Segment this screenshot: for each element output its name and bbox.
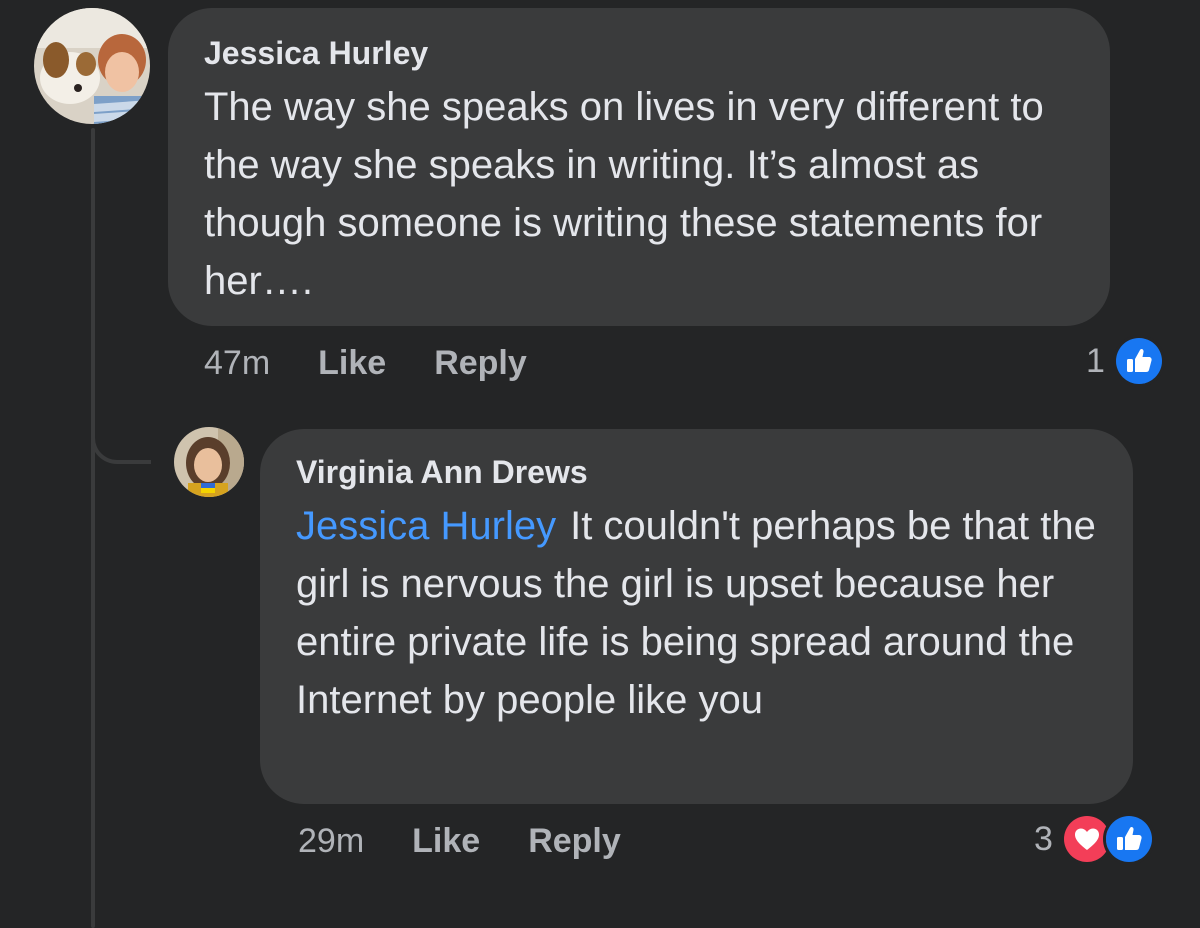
comment-bubble: Jessica Hurley The way she speaks on liv…	[168, 8, 1110, 326]
reaction-summary[interactable]: 3	[1034, 813, 1155, 865]
avatar[interactable]	[34, 8, 150, 124]
comment-timestamp[interactable]: 47m	[204, 344, 270, 383]
avatar[interactable]	[174, 427, 244, 497]
reply-connector-line	[91, 400, 151, 464]
reaction-count: 3	[1034, 819, 1053, 858]
comment-timestamp[interactable]: 29m	[298, 822, 364, 861]
mention-link[interactable]: Jessica Hurley	[296, 504, 556, 548]
reaction-summary[interactable]: 1	[1086, 335, 1165, 387]
like-icon	[1112, 335, 1165, 387]
like-button[interactable]: Like	[412, 822, 480, 861]
comment-author[interactable]: Virginia Ann Drews	[296, 451, 1097, 493]
like-button[interactable]: Like	[318, 344, 386, 383]
comment-text: The way she speaks on lives in very diff…	[204, 85, 1044, 303]
comment-bubble: Virginia Ann Drews Jessica Hurley It coul…	[260, 429, 1133, 804]
like-icon	[1102, 813, 1155, 865]
reaction-count: 1	[1086, 341, 1105, 380]
comment-text: Jessica Hurley It couldn't perhaps be tha…	[296, 497, 1097, 729]
comment-actions: 29m Like Reply	[298, 818, 669, 864]
reply-button[interactable]: Reply	[528, 822, 621, 861]
thread-connector-line	[91, 128, 95, 928]
comment-author[interactable]: Jessica Hurley	[204, 32, 1074, 74]
comment-actions: 47m Like Reply	[204, 340, 575, 386]
reply-button[interactable]: Reply	[434, 344, 527, 383]
